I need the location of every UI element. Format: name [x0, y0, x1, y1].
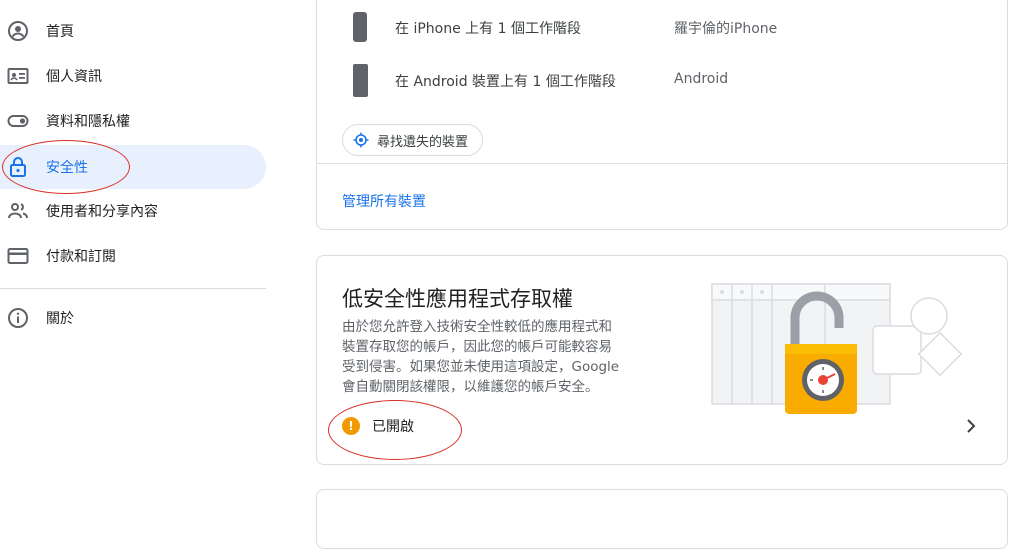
id-card-icon [7, 68, 29, 84]
desc-line: 由於您允許登入技術安全性較低的應用程式和 [342, 319, 612, 335]
sidebar-item-people-sharing[interactable]: 使用者和分享內容 [0, 189, 266, 233]
desc-line: 裝置存取您的帳戶，因此您的帳戶可能較容易 [342, 339, 612, 355]
iphone-icon [353, 12, 367, 42]
sidebar-item-label: 關於 [46, 311, 74, 327]
unlocked-padlock-illustration [711, 283, 963, 414]
locate-icon [353, 132, 369, 148]
device-name: Android [674, 71, 729, 87]
lock-icon [10, 157, 26, 177]
status-indicator: ! 已開啟 [342, 416, 414, 436]
sidebar-item-label: 使用者和分享內容 [46, 204, 158, 220]
devices-card: 在 iPhone 上有 1 個工作階段 羅宇倫的iPhone 在 Android… [316, 0, 1008, 230]
sidebar-item-label: 資料和隱私權 [46, 114, 130, 130]
sidebar-divider [0, 288, 266, 289]
device-session-text: 在 Android 裝置上有 1 個工作階段 [395, 74, 616, 90]
sidebar-item-home[interactable]: 首頁 [0, 9, 266, 53]
find-lost-device-label: 尋找遺失的裝置 [377, 134, 469, 150]
less-secure-apps-card[interactable]: 低安全性應用程式存取權 由於您允許登入技術安全性較低的應用程式和 裝置存取您的帳… [316, 255, 1008, 465]
card-divider [317, 163, 1007, 164]
device-row[interactable]: 在 Android 裝置上有 1 個工作階段 Android [317, 61, 1007, 101]
sidebar-item-label: 安全性 [46, 160, 88, 176]
sidebar-item-payments[interactable]: 付款和訂閱 [0, 234, 266, 278]
sidebar-item-label: 首頁 [46, 24, 74, 40]
desc-line: 會自動關閉該權限，以維護您的帳戶安全。 [342, 379, 599, 395]
android-phone-icon [353, 64, 368, 97]
status-text: 已開啟 [372, 419, 414, 435]
sidebar-item-security[interactable]: 安全性 [0, 145, 266, 189]
toggle-icon [7, 115, 29, 127]
device-session-text: 在 iPhone 上有 1 個工作階段 [395, 21, 581, 37]
sidebar-item-data-privacy[interactable]: 資料和隱私權 [0, 99, 266, 143]
desc-line: 受到侵害。如果您並未使用這項設定，Google [342, 359, 620, 375]
next-card [316, 489, 1008, 549]
sidebar-item-personal-info[interactable]: 個人資訊 [0, 54, 266, 98]
manage-all-devices-link[interactable]: 管理所有裝置 [342, 191, 426, 211]
find-lost-device-button[interactable]: 尋找遺失的裝置 [342, 124, 484, 156]
device-row[interactable]: 在 iPhone 上有 1 個工作階段 羅宇倫的iPhone [317, 8, 1007, 48]
sidebar-item-label: 個人資訊 [46, 69, 102, 85]
sidebar-item-about[interactable]: 關於 [0, 296, 266, 340]
sidebar-nav: 首頁 個人資訊 資料和隱私權 安全性 使用者和分享內容 付款和訂閱 關於 [0, 0, 280, 519]
info-icon [8, 308, 28, 328]
device-name: 羅宇倫的iPhone [674, 21, 778, 37]
sidebar-item-label: 付款和訂閱 [46, 249, 116, 265]
credit-card-icon [7, 248, 29, 264]
warning-icon: ! [342, 417, 360, 435]
account-circle-icon [8, 21, 28, 41]
card-title: 低安全性應用程式存取權 [342, 287, 573, 311]
people-icon [8, 203, 28, 219]
card-description: 由於您允許登入技術安全性較低的應用程式和 裝置存取您的帳戶，因此您的帳戶可能較容… [342, 317, 642, 397]
